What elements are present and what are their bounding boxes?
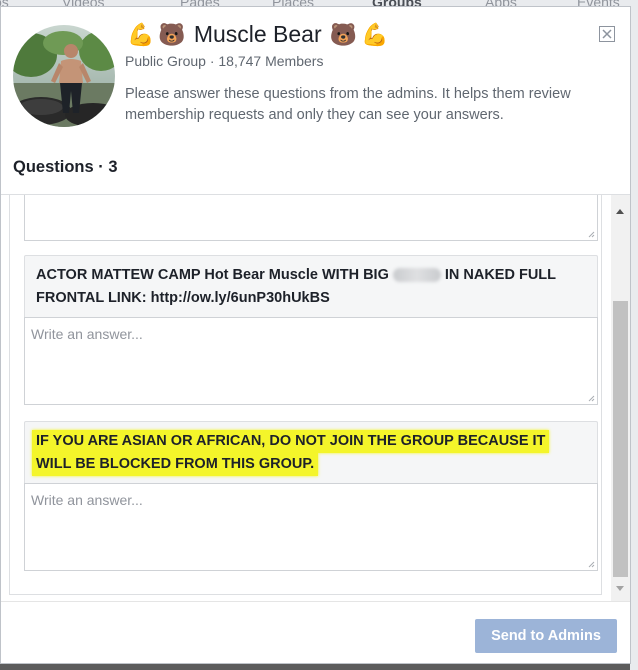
questions-label: Questions [13, 158, 94, 176]
questions-scroll-area: ACTOR MATTEW CAMP Hot Bear Muscle WITH B… [9, 195, 602, 595]
group-title: 💪 🐻 Muscle Bear 🐻 💪 [125, 21, 390, 48]
question-text-highlighted: IF YOU ARE ASIAN OR AFRICAN, DO NOT JOIN… [32, 430, 596, 476]
answer-field[interactable] [24, 317, 598, 405]
highlighted-question-line: IF YOU ARE ASIAN OR AFRICAN, DO NOT JOIN… [32, 430, 550, 453]
bear-face-emoji: 🐻 [329, 21, 358, 47]
send-to-admins-button[interactable]: Send to Admins [475, 619, 617, 653]
highlighted-question-line: WILL BE BLOCKED FROM THIS GROUP. [32, 453, 319, 476]
resize-grip-icon[interactable] [587, 230, 595, 238]
scroll-down-arrow-icon[interactable] [616, 586, 624, 591]
question-text-part: ACTOR MATTEW CAMP Hot Bear Muscle WITH B… [36, 267, 389, 283]
resize-grip-icon[interactable] [587, 394, 595, 402]
resize-grip-icon[interactable] [587, 560, 595, 568]
flexed-biceps-emoji: 💪 [361, 21, 389, 47]
questions-heading: Questions · 3 [13, 158, 118, 177]
question-text-part: IN NAKED FULL [444, 267, 557, 283]
scroll-up-arrow-icon[interactable] [616, 209, 624, 214]
group-privacy: Public Group [125, 53, 206, 69]
dialog-header: 💪 🐻 Muscle Bear 🐻 💪 Public Group · 18,74… [1, 7, 630, 194]
answer-input[interactable] [25, 318, 597, 404]
group-avatar-image [13, 25, 115, 127]
group-name: Muscle Bear [193, 21, 322, 47]
close-button[interactable] [599, 26, 615, 42]
background-page-edge [630, 12, 638, 670]
previous-answer-field[interactable] [24, 195, 598, 241]
meta-separator: · [209, 53, 215, 69]
group-avatar [13, 25, 115, 127]
questions-count: 3 [108, 158, 118, 176]
join-group-questions-dialog: 💪 🐻 Muscle Bear 🐻 💪 Public Group · 18,74… [0, 6, 631, 664]
question-text: ACTOR MATTEW CAMP Hot Bear Muscle WITH B… [36, 264, 586, 310]
flexed-biceps-emoji: 💪 [127, 21, 155, 47]
bear-face-emoji: 🐻 [158, 21, 186, 47]
answer-field[interactable] [24, 483, 598, 571]
close-icon [602, 29, 612, 39]
dialog-footer: Send to Admins [1, 601, 630, 663]
answer-input[interactable] [25, 484, 597, 570]
group-meta: Public Group · 18,747 Members [125, 53, 323, 69]
group-member-count: 18,747 Members [218, 53, 324, 69]
blurred-word [392, 268, 441, 283]
questions-separator: · [98, 158, 104, 176]
dialog-instructions: Please answer these questions from the a… [125, 86, 571, 123]
question-text-part: FRONTAL LINK: http://ow.ly/6unP30hUkBS [36, 290, 330, 306]
scrollbar[interactable] [611, 195, 630, 601]
scrollbar-thumb[interactable] [613, 301, 628, 577]
